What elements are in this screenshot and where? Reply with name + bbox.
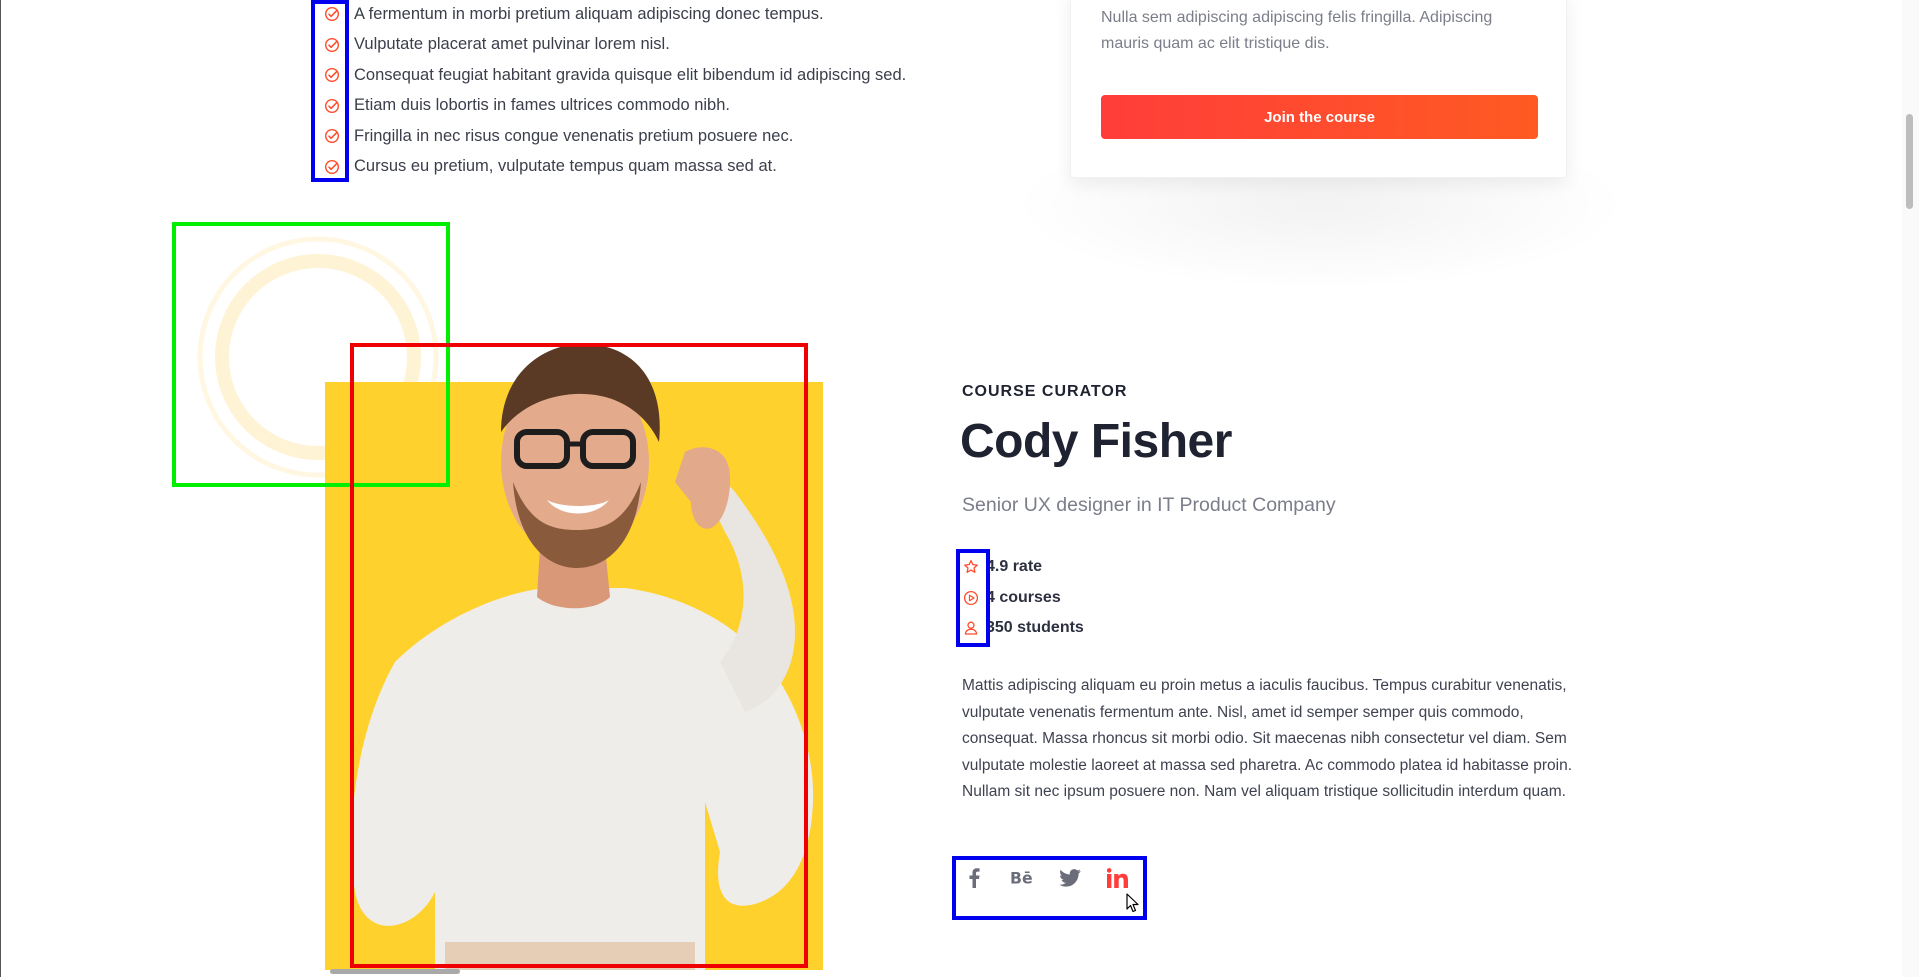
mouse-cursor-icon xyxy=(1126,893,1139,913)
checklist-item: Consequat feugiat habitant gravida quisq… xyxy=(320,60,906,91)
checklist-item: Etiam duis lobortis in fames ultrices co… xyxy=(320,91,906,122)
social-links: Bē xyxy=(962,866,1130,890)
star-icon xyxy=(962,558,980,576)
check-circle-icon xyxy=(320,33,344,57)
checklist-text: A fermentum in morbi pretium aliquam adi… xyxy=(354,4,824,23)
twitter-icon[interactable] xyxy=(1058,866,1082,890)
vertical-scrollbar-thumb[interactable] xyxy=(1906,114,1913,209)
checklist-item: Cursus eu pretium, vulputate tempus quam… xyxy=(320,152,906,183)
section-eyebrow: COURSE CURATOR xyxy=(962,383,1128,400)
stat-item: 350 students xyxy=(962,613,1084,644)
svg-text:Bē: Bē xyxy=(1010,869,1033,887)
curator-bio: Mattis adipiscing aliquam eu proin metus… xyxy=(962,677,1573,800)
horizontal-scrollbar-thumb[interactable] xyxy=(330,969,460,974)
course-card-description: Nulla sem adipiscing adipiscing felis fr… xyxy=(1101,9,1493,52)
play-circle-icon xyxy=(962,589,980,607)
checklist-item: Vulputate placerat amet pulvinar lorem n… xyxy=(320,30,906,61)
stat-label: 4.9 rate xyxy=(986,558,1043,576)
join-course-button[interactable]: Join the course xyxy=(1101,95,1538,139)
check-circle-icon xyxy=(320,155,344,179)
page-edge xyxy=(0,0,1,977)
curator-name: Cody Fisher xyxy=(960,415,1232,468)
check-circle-icon xyxy=(320,2,344,26)
checklist-text: Fringilla in nec risus congue venenatis … xyxy=(354,126,794,145)
checklist-text: Etiam duis lobortis in fames ultrices co… xyxy=(354,96,730,115)
curator-role: Senior UX designer in IT Product Company xyxy=(962,494,1336,516)
check-circle-icon xyxy=(320,94,344,118)
linkedin-icon[interactable] xyxy=(1106,866,1130,890)
feature-checklist: A fermentum in morbi pretium aliquam adi… xyxy=(320,0,906,182)
facebook-icon[interactable] xyxy=(962,866,986,890)
curator-photo xyxy=(325,343,823,970)
checklist-text: Consequat feugiat habitant gravida quisq… xyxy=(354,65,907,84)
stat-item: 4.9 rate xyxy=(962,552,1084,583)
check-circle-icon xyxy=(320,124,344,148)
check-circle-icon xyxy=(320,63,344,87)
checklist-item: A fermentum in morbi pretium aliquam adi… xyxy=(320,0,906,30)
checklist-item: Fringilla in nec risus congue venenatis … xyxy=(320,121,906,152)
course-card: Nulla sem adipiscing adipiscing felis fr… xyxy=(1070,0,1567,178)
behance-icon[interactable]: Bē xyxy=(1010,866,1034,890)
stat-label: 350 students xyxy=(986,619,1084,637)
checklist-text: Vulputate placerat amet pulvinar lorem n… xyxy=(354,35,670,54)
stat-label: 4 courses xyxy=(986,588,1061,606)
curator-photo-illustration xyxy=(351,343,814,970)
curator-stats: 4.9 rate 4 courses 350 students xyxy=(962,552,1084,644)
user-icon xyxy=(962,619,980,637)
stat-item: 4 courses xyxy=(962,583,1084,614)
checklist-text: Cursus eu pretium, vulputate tempus quam… xyxy=(354,157,777,176)
